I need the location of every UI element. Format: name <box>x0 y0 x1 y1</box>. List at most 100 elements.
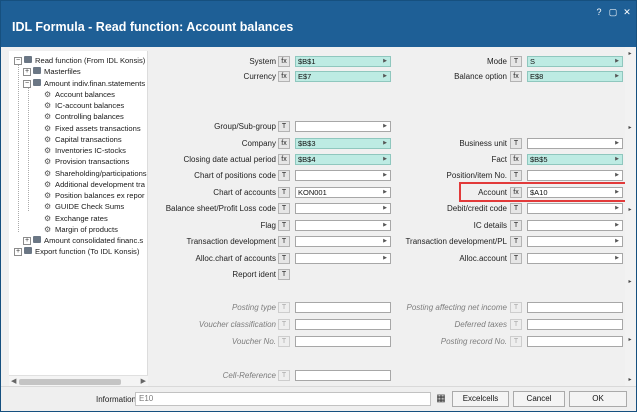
transaction-development-pl-text-button[interactable]: T <box>510 236 522 247</box>
tree-item[interactable]: ⚙ Shareholding/participations <box>44 168 147 179</box>
information-field[interactable]: E10 <box>135 392 431 406</box>
system-formula-button[interactable]: fx <box>278 56 290 67</box>
tree-item[interactable]: ⚙ Margin of products <box>44 224 118 235</box>
tree-item[interactable]: ⚙ Position balances ex repor <box>44 190 145 201</box>
dropdown-arrow-icon[interactable]: ▶ <box>383 72 387 81</box>
close-icon[interactable]: ✕ <box>622 7 632 17</box>
posting-type-field[interactable]: ▶ <box>295 302 391 313</box>
chart-of-positions-code-text-button[interactable]: T <box>278 170 290 181</box>
tree-item[interactable]: ⚙ GUIDE Check Sums <box>44 201 124 212</box>
dropdown-arrow-icon[interactable]: ▶ <box>615 254 619 263</box>
tree-item[interactable]: ⚙ Account balances <box>44 89 115 100</box>
system-field[interactable]: $B$1 ▶ <box>295 56 391 67</box>
scroll-thumb[interactable] <box>19 379 121 385</box>
dropdown-arrow-icon[interactable]: ▶ <box>383 57 387 66</box>
excelcells-button[interactable]: Excelcells <box>452 391 509 407</box>
balance-option-field[interactable]: E$8 ▶ <box>527 71 623 82</box>
posting-record-no-field[interactable]: ▶ <box>527 336 623 347</box>
dropdown-arrow-icon[interactable]: ▶ <box>383 204 387 213</box>
closing-date-actual-period-field[interactable]: $B$4 ▶ <box>295 154 391 165</box>
tree-item[interactable]: ⚙ Fixed assets transactions <box>44 123 141 134</box>
dropdown-arrow-icon[interactable]: ▶ <box>383 171 387 180</box>
tree-item[interactable]: − Amount indiv.finan.statements <box>23 78 145 89</box>
dropdown-arrow-icon[interactable]: ▶ <box>383 155 387 164</box>
flag-text-button[interactable]: T <box>278 220 290 231</box>
excel-cells-icon[interactable]: ▦ <box>435 393 447 405</box>
alloc-chart-of-accounts-field[interactable]: ▶ <box>295 253 391 264</box>
fact-formula-button[interactable]: fx <box>510 154 522 165</box>
expand-icon[interactable]: + <box>14 248 22 257</box>
mode-text-button[interactable]: T <box>510 56 522 67</box>
balance-sheet-profit-loss-code-text-button[interactable]: T <box>278 203 290 214</box>
dropdown-arrow-icon[interactable]: ▶ <box>383 139 387 148</box>
chart-of-accounts-field[interactable]: KON001 ▶ <box>295 187 391 198</box>
currency-formula-button[interactable]: fx <box>278 71 290 82</box>
tree-item[interactable]: + Export function (To IDL Konsis) <box>14 246 139 257</box>
tree-item[interactable]: − Read function (From IDL Konsis) <box>14 55 145 66</box>
dropdown-arrow-icon[interactable]: ▶ <box>615 57 619 66</box>
alloc-account-text-button[interactable]: T <box>510 253 522 264</box>
tree-item[interactable]: ⚙ IC-account balances <box>44 100 124 111</box>
alloc-chart-of-accounts-text-button[interactable]: T <box>278 253 290 264</box>
mode-field[interactable]: S ▶ <box>527 56 623 67</box>
function-tree[interactable]: − Read function (From IDL Konsis) + Masterf… <box>9 51 148 388</box>
fact-field[interactable]: $B$5 ▶ <box>527 154 623 165</box>
dropdown-arrow-icon[interactable]: ▶ <box>615 72 619 81</box>
dropdown-arrow-icon[interactable]: ▶ <box>383 221 387 230</box>
debit-credit-code-text-button[interactable]: T <box>510 203 522 214</box>
form-vertical-scrollbar[interactable]: ▸ ▸ ▸ ▸ ▸ ▸ <box>625 47 636 386</box>
group-sub-group-text-button[interactable]: T <box>278 121 290 132</box>
transaction-development-text-button[interactable]: T <box>278 236 290 247</box>
ic-details-field[interactable]: ▶ <box>527 220 623 231</box>
scroll-left-icon[interactable]: ◀ <box>11 377 16 385</box>
dropdown-arrow-icon[interactable]: ▶ <box>615 155 619 164</box>
ok-button[interactable]: OK <box>569 391 627 407</box>
tree-item[interactable]: + Amount consolidated financ.s <box>23 235 143 246</box>
dropdown-arrow-icon[interactable]: ▶ <box>383 237 387 246</box>
business-unit-field[interactable]: ▶ <box>527 138 623 149</box>
chart-of-accounts-text-button[interactable]: T <box>278 187 290 198</box>
ic-details-text-button[interactable]: T <box>510 220 522 231</box>
position-item-no-text-button[interactable]: T <box>510 170 522 181</box>
company-field[interactable]: $B$3 ▶ <box>295 138 391 149</box>
transaction-development-field[interactable]: ▶ <box>295 236 391 247</box>
position-item-no-field[interactable]: ▶ <box>527 170 623 181</box>
closing-date-actual-period-formula-button[interactable]: fx <box>278 154 290 165</box>
currency-field[interactable]: E$7 ▶ <box>295 71 391 82</box>
report-ident-text-button[interactable]: T <box>278 269 290 280</box>
company-formula-button[interactable]: fx <box>278 138 290 149</box>
tree-item[interactable]: ⚙ Provision transactions <box>44 156 129 167</box>
dropdown-arrow-icon[interactable]: ▶ <box>615 139 619 148</box>
posting-affecting-net-income-field[interactable]: ▶ <box>527 302 623 313</box>
debit-credit-code-field[interactable]: ▶ <box>527 203 623 214</box>
expand-icon[interactable]: + <box>23 237 31 245</box>
deferred-taxes-field[interactable]: ▶ <box>527 319 623 330</box>
dropdown-arrow-icon[interactable]: ▶ <box>615 237 619 246</box>
cell-reference-field[interactable]: ▶ <box>295 370 391 381</box>
voucher-classification-field[interactable]: ▶ <box>295 319 391 330</box>
business-unit-text-button[interactable]: T <box>510 138 522 149</box>
dropdown-arrow-icon[interactable]: ▶ <box>615 204 619 213</box>
scroll-right-icon[interactable]: ▶ <box>141 377 146 385</box>
tree-item[interactable]: ⚙ Additional development tra <box>44 179 145 190</box>
voucher-no-field[interactable]: ▶ <box>295 336 391 347</box>
chart-of-positions-code-field[interactable]: ▶ <box>295 170 391 181</box>
expand-icon[interactable]: + <box>23 68 31 77</box>
tree-item[interactable]: ⚙ Inventories IC-stocks <box>44 145 126 156</box>
tree-item[interactable]: ⚙ Controlling balances <box>44 111 124 122</box>
balance-option-formula-button[interactable]: fx <box>510 71 522 82</box>
maximize-icon[interactable]: ▢ <box>608 7 618 17</box>
collapse-icon[interactable]: − <box>14 57 22 65</box>
dropdown-arrow-icon[interactable]: ▶ <box>383 188 387 197</box>
group-sub-group-field[interactable]: ▶ <box>295 121 391 132</box>
collapse-icon[interactable]: − <box>23 79 31 88</box>
tree-item[interactable]: ⚙ Capital transactions <box>44 134 122 145</box>
transaction-development-pl-field[interactable]: ▶ <box>527 236 623 247</box>
dropdown-arrow-icon[interactable]: ▶ <box>615 171 619 180</box>
dropdown-arrow-icon[interactable]: ▶ <box>383 254 387 263</box>
dropdown-arrow-icon[interactable]: ▶ <box>615 221 619 230</box>
tree-item[interactable]: + Masterfiles <box>23 66 81 77</box>
flag-field[interactable]: ▶ <box>295 220 391 231</box>
alloc-account-field[interactable]: ▶ <box>527 253 623 264</box>
balance-sheet-profit-loss-code-field[interactable]: ▶ <box>295 203 391 214</box>
